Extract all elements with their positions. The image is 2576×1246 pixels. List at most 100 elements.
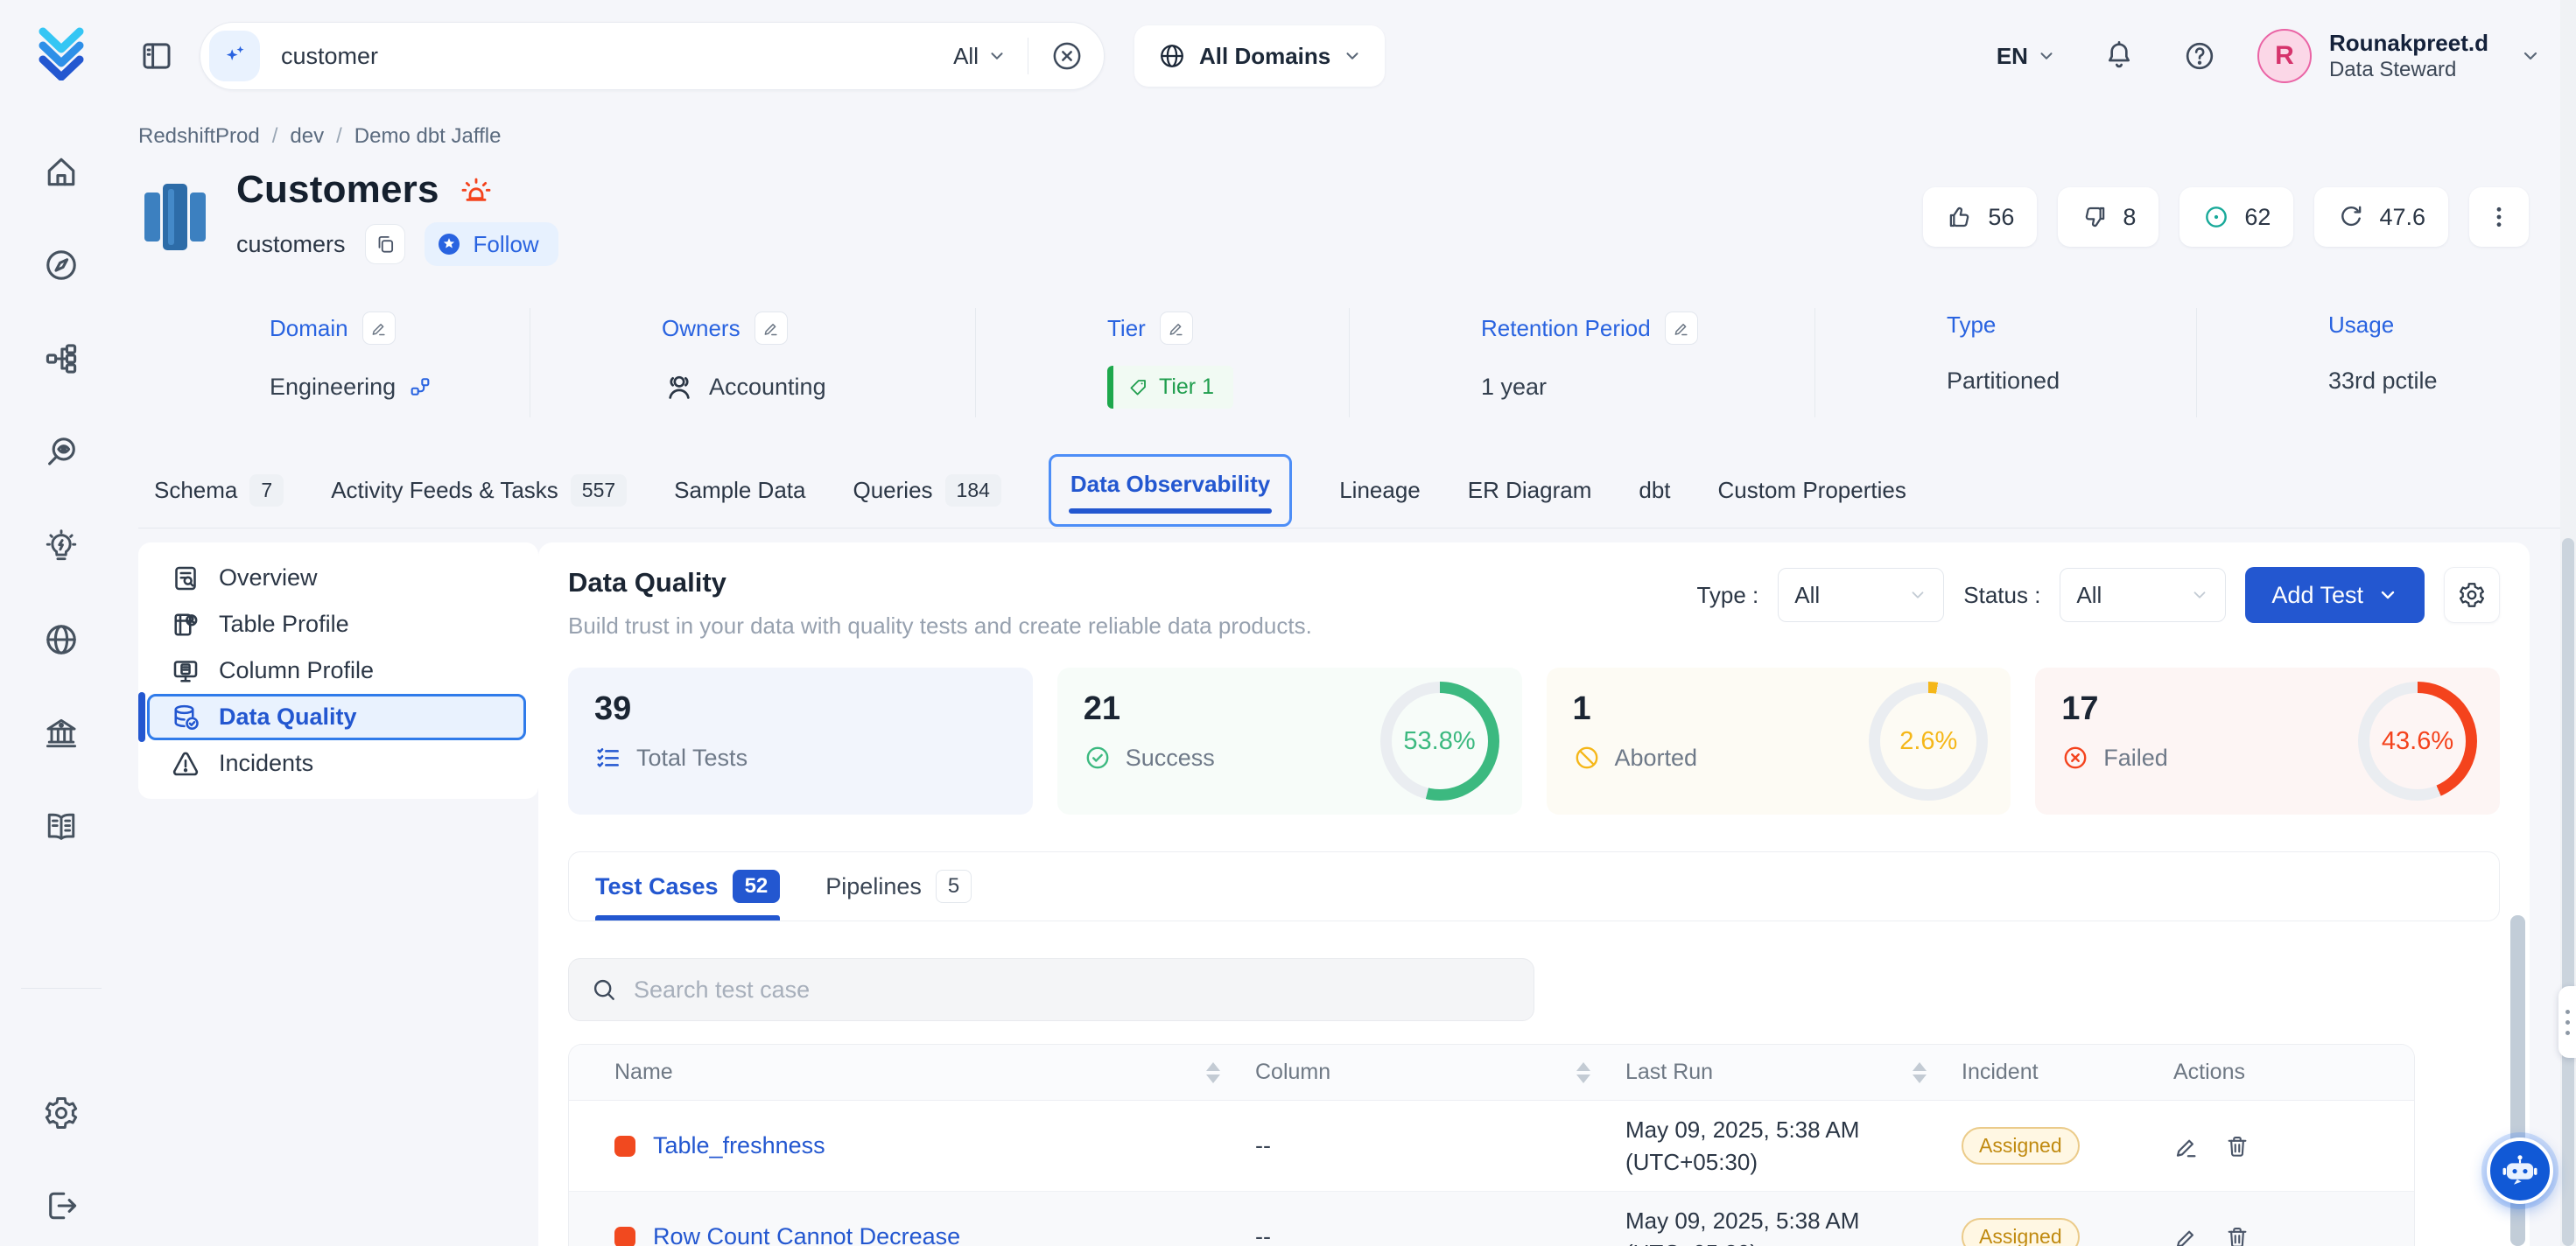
globe-icon (1157, 41, 1187, 71)
tab-custom-properties[interactable]: Custom Properties (1718, 477, 1906, 504)
compass-icon[interactable] (42, 246, 81, 284)
user-role: Data Steward (2329, 57, 2488, 83)
failed-card: 17 Failed 43.6% (2035, 668, 2500, 815)
trash-icon[interactable] (2224, 1133, 2250, 1159)
meta-label[interactable]: Owners (662, 315, 741, 342)
logout-icon[interactable] (42, 1186, 81, 1225)
subnav-item-incidents[interactable]: Incidents (138, 740, 538, 787)
edit-pencil-icon[interactable] (1160, 312, 1193, 345)
trash-icon[interactable] (2224, 1224, 2250, 1246)
subnav-item-table-profile[interactable]: Table Profile (138, 601, 538, 648)
pipelines-count-badge: 5 (936, 870, 972, 903)
views-button[interactable]: 62 (2179, 187, 2293, 247)
subnav-item-overview[interactable]: Overview (138, 555, 538, 601)
clear-search-icon[interactable] (1049, 38, 1084, 74)
success-donut-chart: 53.8% (1380, 682, 1499, 801)
domains-label: All Domains (1199, 43, 1330, 70)
insights-icon[interactable] (42, 527, 81, 565)
home-icon[interactable] (42, 152, 81, 191)
more-actions-kebab-icon[interactable] (2469, 187, 2529, 247)
edit-pencil-icon[interactable] (755, 312, 788, 345)
edit-pencil-icon[interactable] (1665, 312, 1698, 345)
meta-label[interactable]: Tier (1107, 315, 1146, 342)
search-scope-dropdown[interactable]: All (953, 43, 1007, 70)
meta-retention: Retention Period 1 year (1350, 308, 1815, 417)
add-test-button[interactable]: Add Test (2245, 567, 2425, 623)
global-search[interactable]: customer All (200, 22, 1105, 90)
upvotes-button[interactable]: 56 (1923, 187, 2037, 247)
chevron-down-icon (1908, 585, 1927, 605)
subnav-item-data-quality[interactable]: Data Quality (147, 694, 526, 740)
incident-status-badge[interactable]: Assigned (1962, 1218, 2080, 1246)
edit-pencil-icon[interactable] (362, 312, 396, 345)
search-input[interactable]: customer (281, 43, 953, 70)
glossary-icon[interactable] (42, 808, 81, 846)
checklist-icon (594, 744, 622, 772)
failed-donut-chart: 43.6% (2358, 682, 2477, 801)
status-filter-select[interactable]: All (2060, 568, 2226, 622)
test-case-link[interactable]: Table_freshness (653, 1132, 825, 1159)
web-icon[interactable] (42, 620, 81, 659)
app-logo-icon[interactable] (34, 26, 88, 80)
tab-sample-data[interactable]: Sample Data (674, 477, 805, 504)
sort-icon[interactable] (1576, 1062, 1590, 1083)
notifications-bell-icon[interactable] (2102, 38, 2137, 74)
tab-pipelines[interactable]: Pipelines 5 (825, 852, 972, 920)
type-filter-select[interactable]: All (1778, 568, 1944, 622)
side-panel-handle[interactable] (2558, 986, 2576, 1058)
edit-pencil-icon[interactable] (2173, 1224, 2200, 1246)
meta-label[interactable]: Retention Period (1481, 315, 1651, 342)
test-case-search-input[interactable]: Search test case (568, 958, 1534, 1021)
observability-icon[interactable] (42, 433, 81, 472)
tab-test-cases[interactable]: Test Cases 52 (595, 852, 780, 920)
data-products-icon[interactable] (42, 340, 81, 378)
meta-label[interactable]: Domain (270, 315, 348, 342)
language-dropdown[interactable]: EN (1997, 43, 2056, 70)
incident-status-badge[interactable]: Assigned (1962, 1127, 2080, 1165)
copy-icon[interactable] (365, 224, 405, 264)
tab-dbt[interactable]: dbt (1639, 477, 1670, 504)
edit-pencil-icon[interactable] (2173, 1133, 2200, 1159)
search-placeholder: Search test case (634, 976, 810, 1004)
test-case-link[interactable]: Row Count Cannot Decrease (653, 1223, 960, 1246)
section-description: Build trust in your data with quality te… (568, 612, 1312, 640)
section-title: Data Quality (568, 567, 1312, 598)
tab-activity-feeds[interactable]: Activity Feeds & Tasks557 (331, 474, 627, 507)
breadcrumb-item[interactable]: RedshiftProd (138, 124, 260, 149)
quality-settings-gear-icon[interactable] (2444, 567, 2500, 623)
quality-stat-cards: 39 Total Tests 21 Success (568, 668, 2500, 815)
tab-er-diagram[interactable]: ER Diagram (1468, 477, 1592, 504)
help-icon[interactable] (2182, 38, 2217, 74)
table-row: Row Count Cannot Decrease -- May 09, 202… (569, 1192, 2414, 1246)
meta-label[interactable]: Type (1947, 312, 1996, 339)
user-menu[interactable]: R Rounakpreet.d Data Steward (2257, 29, 2541, 83)
type-filter-label: Type : (1696, 582, 1758, 609)
settings-icon[interactable] (42, 1094, 81, 1132)
governance-icon[interactable] (42, 714, 81, 752)
chatbot-button[interactable] (2487, 1138, 2553, 1204)
column-header: Incident (1962, 1060, 2039, 1085)
sort-icon[interactable] (1913, 1062, 1927, 1083)
page-scrollbar-thumb[interactable] (2562, 538, 2574, 1246)
breadcrumb-item[interactable]: dev (290, 124, 324, 149)
tab-data-observability[interactable]: Data Observability (1049, 454, 1292, 527)
asset-tabs: Schema7 Activity Feeds & Tasks557 Sample… (138, 452, 2576, 528)
tier-badge[interactable]: Tier 1 (1107, 366, 1233, 409)
meta-label[interactable]: Usage (2328, 312, 2394, 339)
tab-lineage[interactable]: Lineage (1339, 477, 1421, 504)
tab-schema[interactable]: Schema7 (154, 474, 284, 507)
subnav-item-column-profile[interactable]: Column Profile (138, 648, 538, 694)
breadcrumb-separator: / (272, 124, 278, 149)
follow-button[interactable]: Follow (425, 222, 558, 266)
slash-circle-icon (1573, 744, 1601, 772)
sort-icon[interactable] (1206, 1062, 1220, 1083)
downvotes-button[interactable]: 8 (2058, 187, 2158, 247)
app-window: customer All All Domains EN (0, 0, 2576, 1246)
refresh-score-button[interactable]: 47.6 (2314, 187, 2448, 247)
breadcrumb-item[interactable]: Demo dbt Jaffle (354, 124, 502, 149)
tab-queries[interactable]: Queries184 (853, 474, 1000, 507)
all-domains-dropdown[interactable]: All Domains (1134, 25, 1385, 87)
table-header-row: Name Column Last Run Inciden (569, 1045, 2414, 1101)
document-search-icon (170, 563, 201, 594)
sidebar-toggle-icon[interactable] (138, 38, 175, 74)
